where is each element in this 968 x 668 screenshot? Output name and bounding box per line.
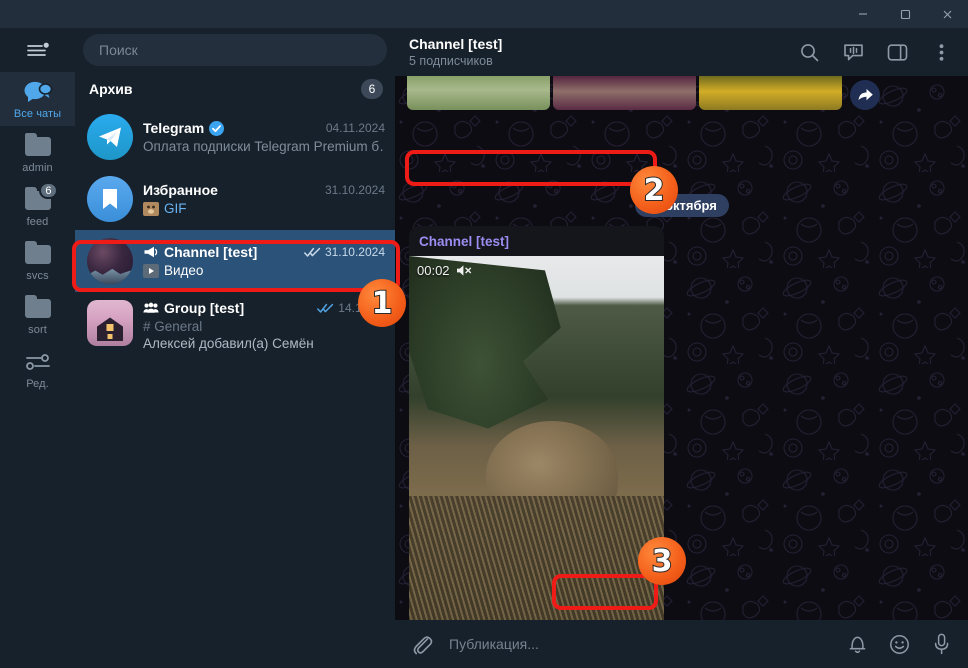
- media-type-text: Видео: [164, 263, 204, 278]
- folder-icon: [23, 294, 53, 321]
- sidebar-item-edit-folders[interactable]: Ред.: [0, 342, 75, 396]
- avatar: [87, 238, 133, 284]
- search-input[interactable]: Поиск: [83, 34, 387, 66]
- main-menu-button[interactable]: [0, 28, 75, 72]
- media-type-text: GIF: [164, 201, 187, 216]
- annotation-badge-2: 2: [630, 166, 678, 214]
- video-thumbnail[interactable]: 00:02 8: [409, 256, 664, 620]
- paperclip-icon[interactable]: [407, 629, 437, 659]
- emoji-icon[interactable]: [884, 629, 914, 659]
- media-type-label: GIF: [143, 201, 187, 216]
- chat-item-saved-messages[interactable]: Избранное 31.10.2024 GIF: [75, 168, 395, 230]
- muted-speaker-icon: [456, 265, 471, 276]
- sidebar-toggle-icon[interactable]: [880, 35, 914, 69]
- folder-icon: [23, 240, 53, 267]
- subscriber-count: 5 подписчиков: [409, 54, 493, 68]
- chat-item-content: Избранное 31.10.2024 GIF: [143, 182, 385, 216]
- unread-badge: 6: [39, 182, 58, 199]
- maximize-button[interactable]: [884, 0, 926, 28]
- avatar: [87, 300, 133, 346]
- video-message-bubble[interactable]: Channel [test] 00:02: [409, 226, 664, 620]
- chat-item-telegram[interactable]: Telegram 04.11.2024 Оплата подписки Tele…: [75, 106, 395, 168]
- annotation-badge-3: 3: [638, 537, 686, 585]
- sidebar-item-sort[interactable]: sort: [0, 288, 75, 342]
- chat-item-content: Telegram 04.11.2024 Оплата подписки Tele…: [143, 120, 385, 154]
- archive-row[interactable]: Архив 6: [75, 72, 395, 106]
- search-bar: Поиск: [75, 28, 395, 72]
- chat-timestamp: 31.10.2024: [303, 245, 385, 259]
- avatar: [87, 176, 133, 222]
- verified-badge-icon: [209, 120, 225, 136]
- telegram-desktop-window: Все чаты admin 6 feed svcs sort Ред. Пои…: [0, 0, 968, 668]
- sidebar-item-admin[interactable]: admin: [0, 126, 75, 180]
- page-title: Channel [test]: [409, 36, 503, 52]
- window-body: Все чаты admin 6 feed svcs sort Ред. Пои…: [0, 28, 968, 668]
- chat-name: Избранное: [143, 182, 218, 198]
- sidebar-item-label: Все чаты: [13, 108, 62, 120]
- sliders-icon: [23, 349, 53, 375]
- minimize-button[interactable]: [842, 0, 884, 28]
- album-forward-button[interactable]: [850, 80, 880, 110]
- hamburger-menu-icon: [26, 42, 49, 56]
- group-icon: [143, 302, 159, 313]
- archive-count-badge: 6: [361, 79, 383, 99]
- sidebar-item-label: Ред.: [26, 378, 49, 390]
- sidebar-item-label: feed: [26, 216, 49, 228]
- video-scene-brush: [409, 495, 664, 620]
- message-input[interactable]: Публикация...: [449, 636, 830, 652]
- chat-name: Telegram: [143, 120, 205, 136]
- video-duration-overlay: 00:02: [417, 263, 473, 278]
- chat-name: Channel [test]: [164, 244, 258, 260]
- sidebar-item-svcs[interactable]: svcs: [0, 234, 75, 288]
- conversation-header: Channel [test] 5 подписчиков: [395, 28, 968, 76]
- microphone-icon[interactable]: [926, 629, 956, 659]
- chat-item-channel-test[interactable]: Channel [test] 31.10.2024 Видео: [75, 230, 395, 292]
- message-sender-name: Channel [test]: [419, 234, 510, 249]
- notification-bell-icon[interactable]: [842, 629, 872, 659]
- video-thumbnail-icon: [143, 263, 159, 278]
- sidebar-item-label: admin: [22, 162, 53, 174]
- sidebar-item-feed[interactable]: 6 feed: [0, 180, 75, 234]
- chat-timestamp: 31.10.2024: [324, 183, 385, 197]
- folder-icon: 6: [23, 182, 58, 213]
- annotation-badge-1: 1: [358, 279, 406, 327]
- gif-thumbnail-icon: [143, 201, 159, 216]
- message-composer: Публикация...: [395, 620, 968, 668]
- chat-item-content: Channel [test] 31.10.2024 Видео: [143, 244, 385, 278]
- folder-icon: [23, 132, 53, 159]
- live-stream-icon[interactable]: [836, 35, 870, 69]
- photo-album-message[interactable]: [407, 76, 842, 110]
- conversation-title-block[interactable]: Channel [test] 5 подписчиков: [409, 36, 782, 68]
- sidebar-item-label: svcs: [26, 270, 49, 282]
- album-photo[interactable]: [699, 76, 842, 110]
- more-menu-icon[interactable]: [924, 35, 958, 69]
- chat-item-content: Group [test] 14.10.20 # General Алексей …: [143, 300, 385, 351]
- chat-timestamp-text: 31.10.2024: [324, 245, 385, 259]
- sidebar-item-label: sort: [28, 324, 47, 336]
- chat-preview: Оплата подписки Telegram Premium б…: [143, 139, 385, 154]
- chat-list: Telegram 04.11.2024 Оплата подписки Tele…: [75, 106, 395, 668]
- read-receipt-icon: [317, 303, 334, 313]
- archive-label: Архив: [89, 81, 133, 97]
- video-duration-text: 00:02: [417, 263, 450, 278]
- chat-topic: # General: [143, 319, 203, 334]
- avatar: [87, 114, 133, 160]
- chat-item-group-test[interactable]: Group [test] 14.10.20 # General Алексей …: [75, 292, 395, 362]
- window-titlebar: [0, 0, 968, 28]
- read-receipt-icon: [303, 247, 321, 257]
- search-icon[interactable]: [792, 35, 826, 69]
- chat-preview: Алексей добавил(а) Семён: [143, 336, 314, 351]
- megaphone-icon: [144, 246, 158, 258]
- chat-list-column: Поиск Архив 6 Telegram 04.11.2024 Оплата…: [75, 28, 395, 668]
- message-area[interactable]: 31 октября Channel [test] 00:02: [395, 76, 968, 620]
- album-photo[interactable]: [553, 76, 696, 110]
- close-button[interactable]: [926, 0, 968, 28]
- sidebar-item-all-chats[interactable]: Все чаты: [0, 72, 75, 126]
- chat-timestamp: 04.11.2024: [325, 121, 385, 135]
- album-photo[interactable]: [407, 76, 550, 110]
- media-type-label: Видео: [143, 263, 203, 278]
- all-chats-icon: [23, 79, 53, 105]
- folders-rail: Все чаты admin 6 feed svcs sort Ред.: [0, 28, 75, 668]
- chat-name: Group [test]: [164, 300, 245, 316]
